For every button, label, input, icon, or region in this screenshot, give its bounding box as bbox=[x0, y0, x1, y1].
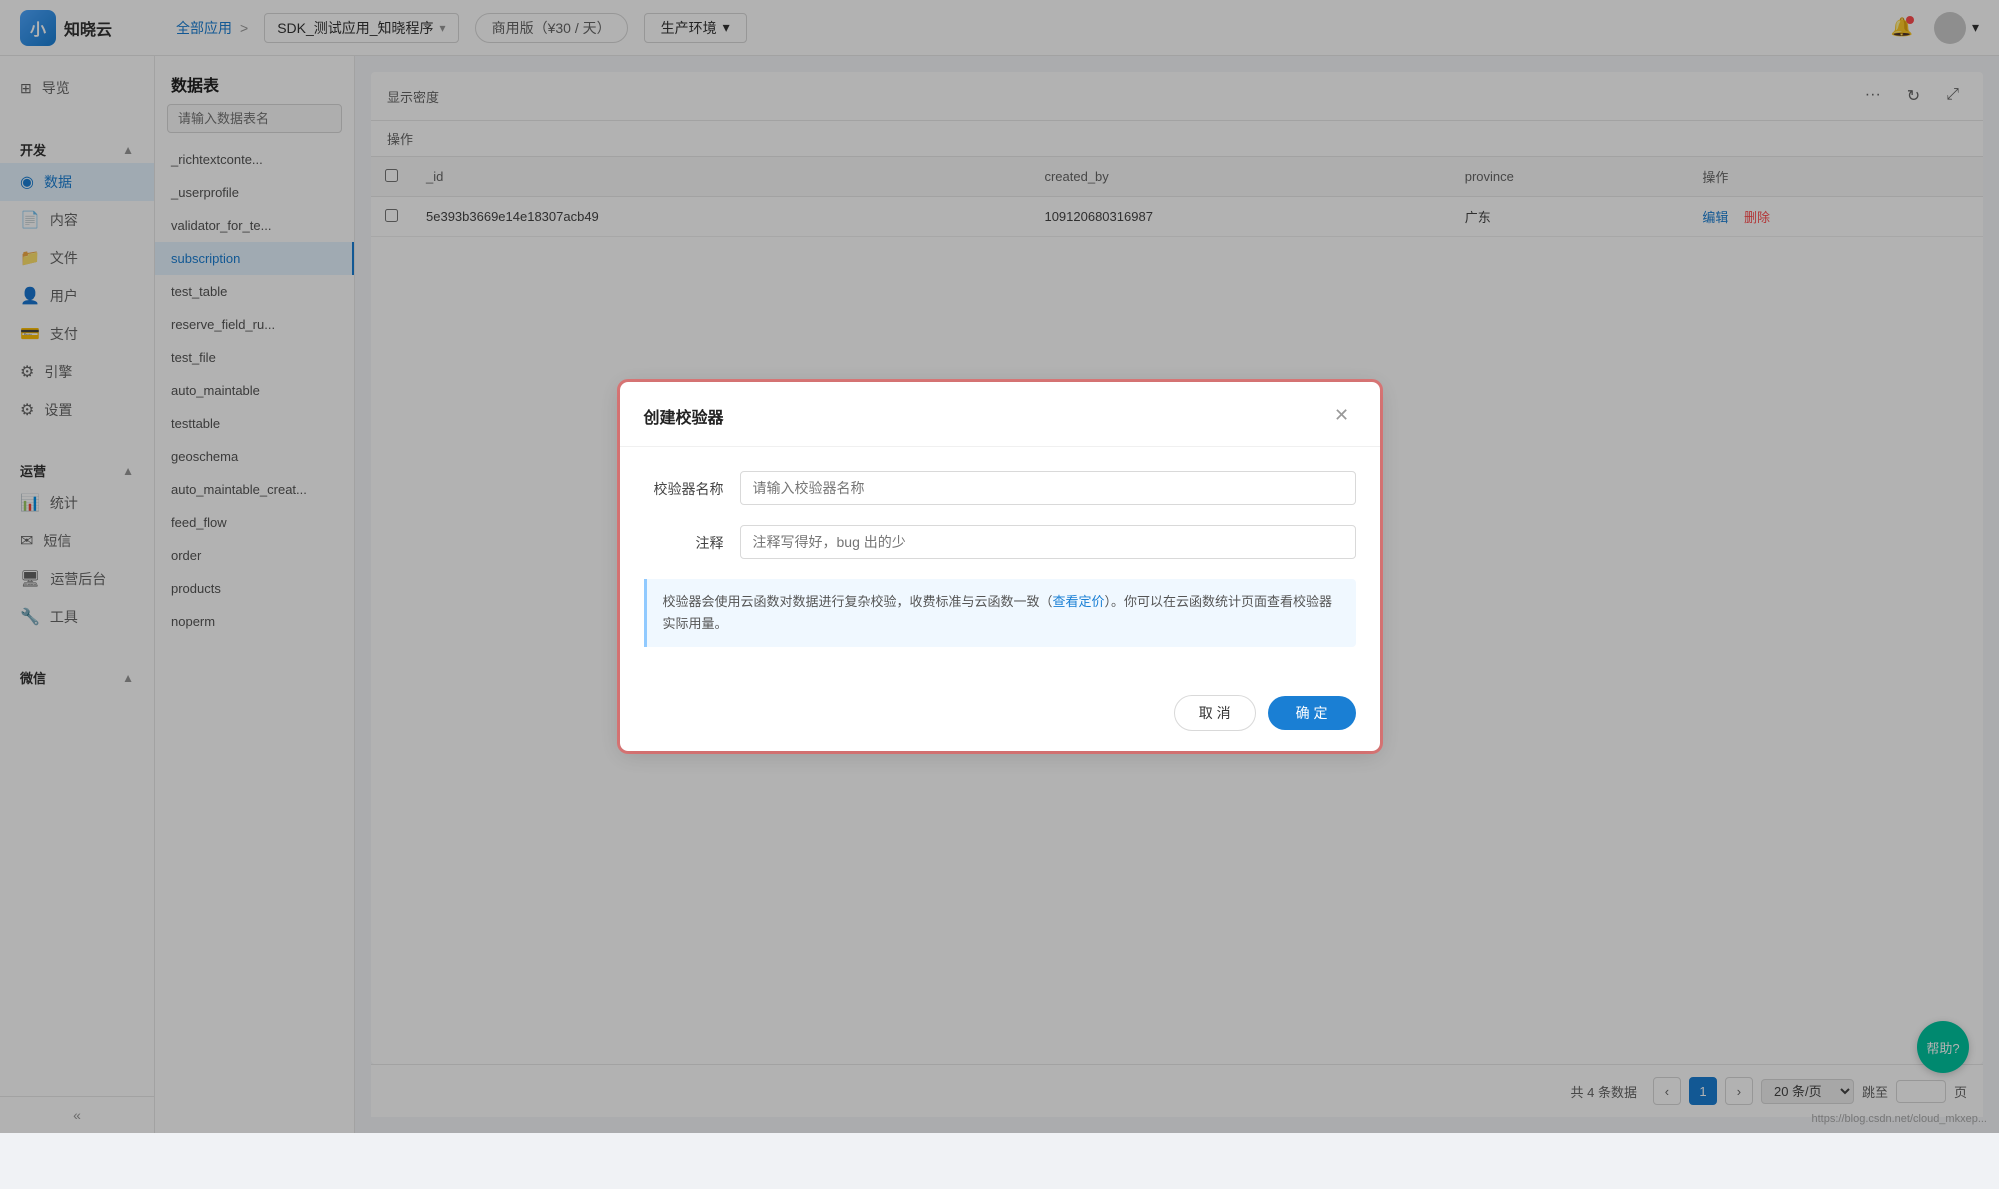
name-label: 校验器名称 bbox=[644, 471, 724, 499]
info-box: 校验器会使用云函数对数据进行复杂校验，收费标准与云函数一致（查看定价）。你可以在… bbox=[644, 579, 1356, 647]
create-validator-modal: 创建校验器 ✕ 校验器名称 注释 校验器会使用云函数对数据进行复杂校验，收费标准… bbox=[620, 382, 1380, 751]
validator-name-input[interactable] bbox=[740, 471, 1356, 505]
confirm-button[interactable]: 确 定 bbox=[1268, 696, 1356, 730]
modal-body: 校验器名称 注释 校验器会使用云函数对数据进行复杂校验，收费标准与云函数一致（查… bbox=[620, 447, 1380, 679]
modal-close-button[interactable]: ✕ bbox=[1328, 402, 1356, 430]
modal-header: 创建校验器 ✕ bbox=[620, 382, 1380, 447]
modal-footer: 取 消 确 定 bbox=[620, 679, 1380, 751]
comment-label: 注释 bbox=[644, 525, 724, 553]
pricing-link[interactable]: 查看定价 bbox=[1053, 594, 1105, 609]
modal-title: 创建校验器 bbox=[644, 404, 724, 428]
validator-comment-input[interactable] bbox=[740, 525, 1356, 559]
form-row-name: 校验器名称 bbox=[644, 471, 1356, 505]
info-text-1: 校验器会使用云函数对数据进行复杂校验，收费标准与云函数一致（ bbox=[663, 594, 1053, 609]
modal-overlay: 创建校验器 ✕ 校验器名称 注释 校验器会使用云函数对数据进行复杂校验，收费标准… bbox=[0, 0, 1999, 1133]
form-row-comment: 注释 bbox=[644, 525, 1356, 559]
cancel-button[interactable]: 取 消 bbox=[1174, 695, 1256, 731]
